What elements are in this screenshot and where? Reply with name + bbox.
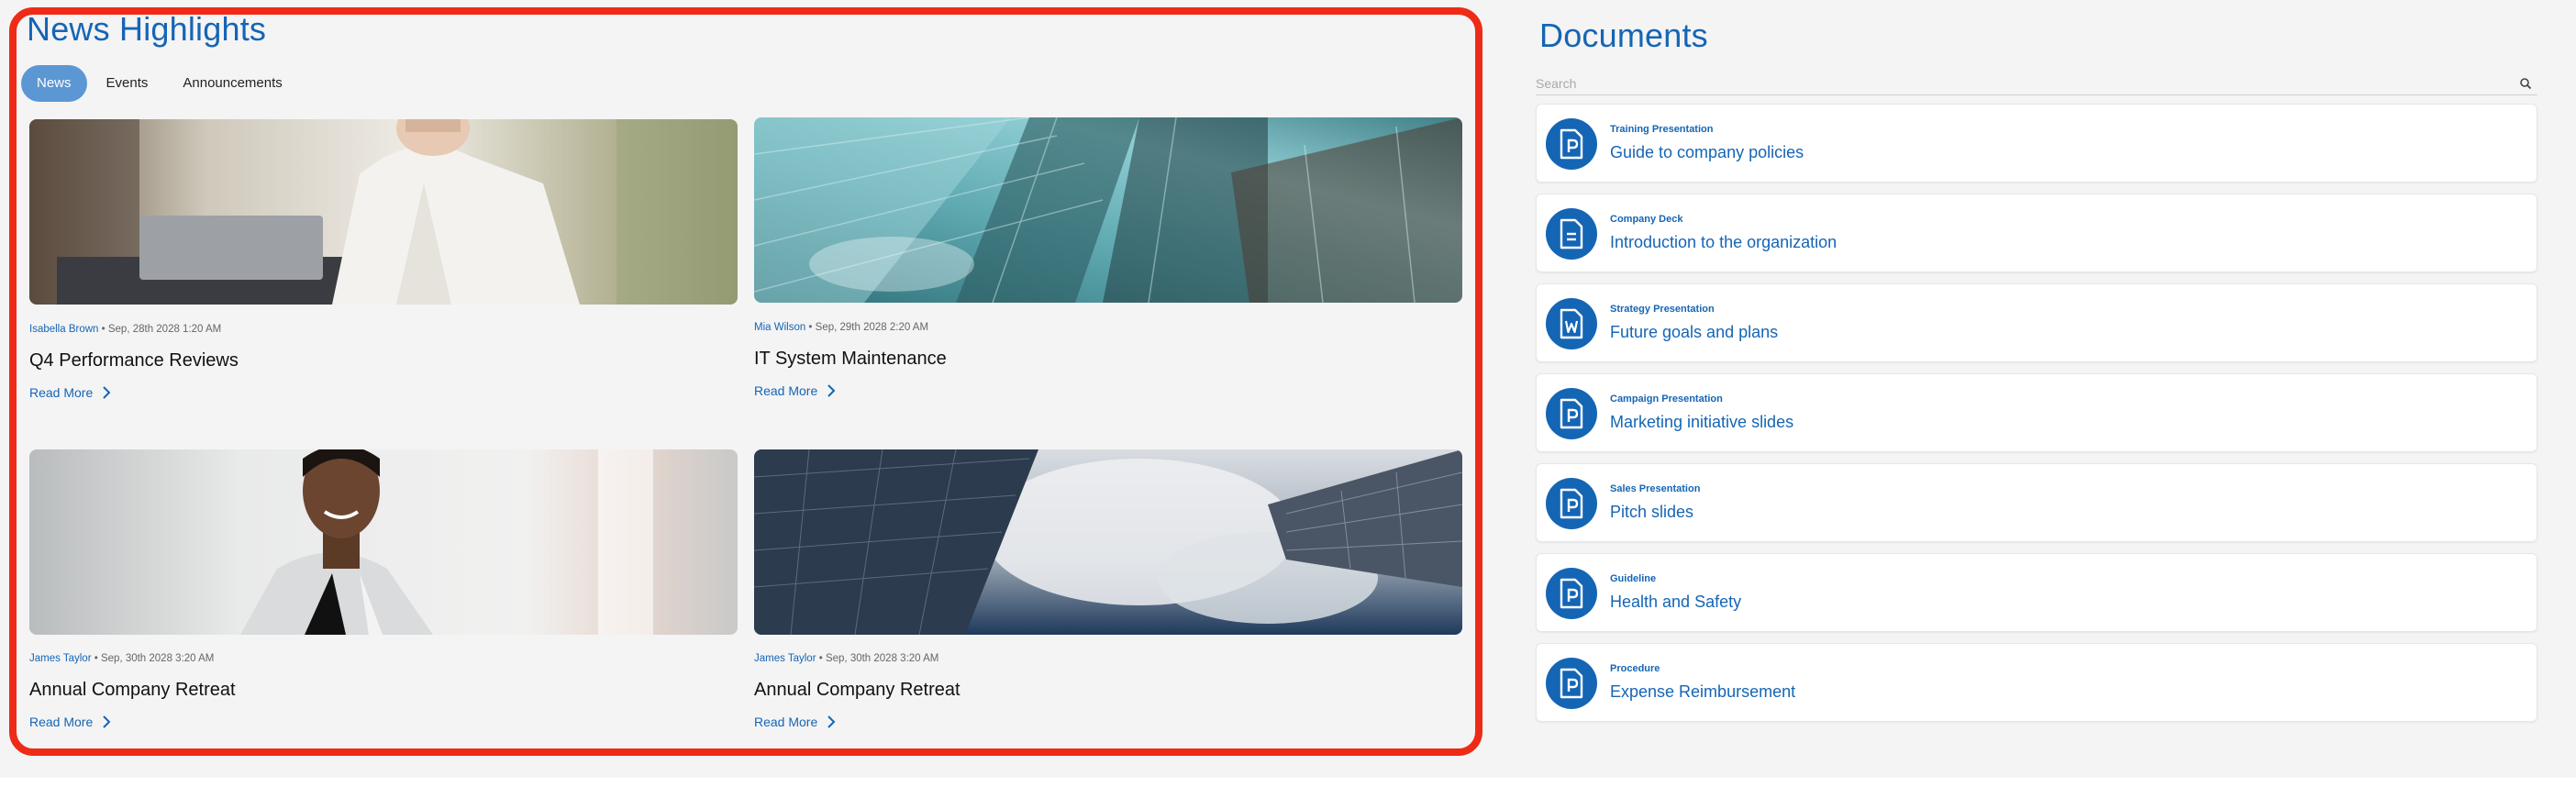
card-date: • Sep, 30th 2028 3:20 AM xyxy=(91,653,215,664)
card-meta: Isabella Brown • Sep, 28th 2028 1:20 AM xyxy=(29,324,221,335)
document-item[interactable]: Campaign Presentation Marketing initiati… xyxy=(1536,373,2537,452)
card-headline[interactable]: Q4 Performance Reviews xyxy=(29,350,239,371)
document-category: Campaign Presentation xyxy=(1610,394,1723,405)
card-meta: James Taylor • Sep, 30th 2028 3:20 AM xyxy=(29,653,214,664)
document-category: Guideline xyxy=(1610,573,1657,584)
document-item[interactable]: Company Deck Introduction to the organiz… xyxy=(1536,194,2537,272)
read-more-label: Read More xyxy=(754,715,818,729)
read-more-link[interactable]: Read More xyxy=(29,385,111,400)
chevron-right-icon xyxy=(103,386,111,399)
read-more-link[interactable]: Read More xyxy=(754,715,836,729)
news-tabs: News Events Announcements xyxy=(21,65,302,102)
tab-news[interactable]: News xyxy=(21,65,87,102)
search-input[interactable] xyxy=(1536,75,2453,91)
read-more-label: Read More xyxy=(754,383,818,398)
read-more-label: Read More xyxy=(29,385,94,400)
read-more-label: Read More xyxy=(29,715,94,729)
chevron-right-icon xyxy=(827,384,836,397)
card-date: • Sep, 28th 2028 1:20 AM xyxy=(98,324,222,335)
read-more-link[interactable]: Read More xyxy=(754,383,836,398)
woman-at-laptop-photo[interactable] xyxy=(29,119,738,305)
tab-announcements[interactable]: Announcements xyxy=(167,65,297,102)
documents-section-title: Documents xyxy=(1539,17,1708,54)
document-category: Training Presentation xyxy=(1610,124,1714,135)
text-file-icon xyxy=(1546,208,1597,260)
document-category: Strategy Presentation xyxy=(1610,304,1715,315)
read-more-link[interactable]: Read More xyxy=(29,715,111,729)
document-category: Company Deck xyxy=(1610,214,1683,225)
document-item[interactable]: Strategy Presentation Future goals and p… xyxy=(1536,283,2537,362)
chevron-right-icon xyxy=(827,715,836,728)
documents-search xyxy=(1536,72,2537,95)
powerpoint-file-icon xyxy=(1546,568,1597,619)
news-card: Mia Wilson • Sep, 29th 2028 2:20 AM IT S… xyxy=(754,117,1462,398)
card-meta: Mia Wilson • Sep, 29th 2028 2:20 AM xyxy=(754,322,928,333)
document-item[interactable]: Training Presentation Guide to company p… xyxy=(1536,104,2537,183)
document-item[interactable]: Guideline Health and Safety xyxy=(1536,553,2537,632)
glass-skyscraper-photo[interactable] xyxy=(754,117,1462,303)
document-category: Sales Presentation xyxy=(1610,483,1701,494)
powerpoint-file-icon xyxy=(1546,658,1597,709)
card-date: • Sep, 30th 2028 3:20 AM xyxy=(816,653,939,664)
card-date: • Sep, 29th 2028 2:20 AM xyxy=(805,322,929,333)
card-author[interactable]: Isabella Brown xyxy=(29,324,98,335)
document-title[interactable]: Pitch slides xyxy=(1610,503,1693,522)
powerpoint-file-icon xyxy=(1546,478,1597,529)
powerpoint-file-icon xyxy=(1546,118,1597,170)
towers-and-clouds-photo[interactable] xyxy=(754,449,1462,635)
smiling-woman-photo[interactable] xyxy=(29,449,738,635)
document-item[interactable]: Sales Presentation Pitch slides xyxy=(1536,463,2537,542)
news-card: James Taylor • Sep, 30th 2028 3:20 AM An… xyxy=(754,449,1462,729)
document-title[interactable]: Guide to company policies xyxy=(1610,143,1804,162)
card-author[interactable]: James Taylor xyxy=(29,653,92,664)
news-card: Isabella Brown • Sep, 28th 2028 1:20 AM … xyxy=(29,119,738,400)
news-section-title: News Highlights xyxy=(27,10,267,48)
document-title[interactable]: Expense Reimbursement xyxy=(1610,682,1795,702)
card-author[interactable]: James Taylor xyxy=(754,653,816,664)
news-card: James Taylor • Sep, 30th 2028 3:20 AM An… xyxy=(29,449,738,729)
card-meta: James Taylor • Sep, 30th 2028 3:20 AM xyxy=(754,653,938,664)
tab-events[interactable]: Events xyxy=(91,65,164,102)
document-item[interactable]: Procedure Expense Reimbursement xyxy=(1536,643,2537,722)
powerpoint-file-icon xyxy=(1546,388,1597,439)
document-title[interactable]: Marketing initiative slides xyxy=(1610,413,1793,432)
document-title[interactable]: Introduction to the organization xyxy=(1610,233,1837,252)
word-file-icon xyxy=(1546,298,1597,349)
card-headline[interactable]: Annual Company Retreat xyxy=(29,680,236,701)
document-category: Procedure xyxy=(1610,663,1660,674)
card-headline[interactable]: IT System Maintenance xyxy=(754,349,947,370)
chevron-right-icon xyxy=(103,715,111,728)
card-headline[interactable]: Annual Company Retreat xyxy=(754,680,960,701)
document-title[interactable]: Health and Safety xyxy=(1610,593,1741,612)
card-author[interactable]: Mia Wilson xyxy=(754,322,805,333)
search-icon[interactable] xyxy=(2519,77,2532,90)
document-title[interactable]: Future goals and plans xyxy=(1610,323,1778,342)
